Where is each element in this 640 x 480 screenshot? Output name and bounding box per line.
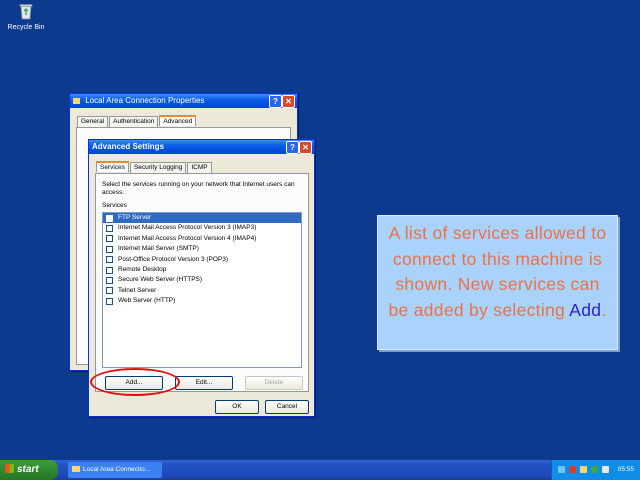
service-item[interactable]: Post-Office Protocol Version 3 (POP3) bbox=[103, 255, 301, 265]
recycle-bin-label: Recycle Bin bbox=[7, 24, 45, 31]
front-window-title: Advanced Settings bbox=[92, 142, 165, 151]
add-button-highlight bbox=[90, 368, 180, 396]
tray-shield-icon[interactable] bbox=[569, 466, 576, 473]
services-label: Services bbox=[102, 202, 127, 209]
service-checkbox[interactable] bbox=[106, 225, 113, 233]
recycle-bin-shortcut[interactable]: Recycle Bin bbox=[4, 2, 48, 31]
edit-button[interactable]: Edit... bbox=[175, 376, 233, 390]
recycle-bin-icon bbox=[19, 4, 33, 20]
network-icon bbox=[73, 98, 80, 104]
service-item[interactable]: Secure Web Server (HTTPS) bbox=[103, 275, 301, 285]
start-button[interactable]: start bbox=[0, 460, 58, 480]
tab-icmp[interactable]: ICMP bbox=[187, 162, 212, 173]
back-window-tabs: General Authentication Advanced bbox=[77, 115, 197, 127]
service-item[interactable]: Internet Mail Access Protocol Version 3 … bbox=[103, 223, 301, 233]
tray-arrow-icon[interactable] bbox=[558, 466, 565, 473]
back-window-titlebar[interactable]: Local Area Connection Properties ? ✕ bbox=[70, 94, 297, 108]
services-panel: Select the services running on your netw… bbox=[95, 173, 309, 392]
tab-general[interactable]: General bbox=[77, 116, 109, 127]
service-label: Internet Mail Server (SMTP) bbox=[118, 245, 199, 253]
callout-suffix: . bbox=[601, 299, 607, 320]
help-button[interactable]: ? bbox=[286, 141, 299, 154]
services-list[interactable]: FTP Server Internet Mail Access Protocol … bbox=[102, 212, 302, 368]
back-close-button[interactable]: ✕ bbox=[282, 95, 295, 108]
task-label: Local Area Connectio... bbox=[83, 466, 151, 473]
instruction-callout: A list of services allowed to connect to… bbox=[377, 215, 618, 350]
tray-volume-icon[interactable] bbox=[602, 466, 609, 473]
service-checkbox[interactable] bbox=[106, 235, 113, 243]
taskbar-item-local-area-connection[interactable]: Local Area Connectio... bbox=[68, 462, 162, 478]
service-item[interactable]: Internet Mail Server (SMTP) bbox=[103, 244, 301, 254]
service-checkbox[interactable] bbox=[106, 266, 113, 274]
service-label: Remote Desktop bbox=[118, 265, 167, 273]
services-description: Select the services running on your netw… bbox=[102, 181, 295, 196]
start-label: start bbox=[17, 464, 39, 475]
service-label: Internet Mail Access Protocol Version 3 … bbox=[118, 224, 257, 232]
service-item[interactable]: FTP Server bbox=[103, 213, 301, 224]
service-label: Post-Office Protocol Version 3 (POP3) bbox=[118, 255, 229, 263]
front-window-tabs: Services Security Logging ICMP bbox=[96, 161, 213, 173]
service-checkbox[interactable] bbox=[106, 287, 113, 295]
service-label: Telnet Server bbox=[118, 286, 157, 294]
front-window-titlebar[interactable]: Advanced Settings ? ✕ bbox=[89, 140, 314, 154]
windows-flag-icon bbox=[5, 464, 14, 473]
clock: 05:55 bbox=[617, 466, 634, 473]
tab-advanced[interactable]: Advanced bbox=[159, 115, 197, 126]
service-label: Secure Web Server (HTTPS) bbox=[118, 276, 203, 284]
back-window-title: Local Area Connection Properties bbox=[85, 96, 205, 105]
close-button[interactable]: ✕ bbox=[299, 141, 312, 154]
back-help-button[interactable]: ? bbox=[269, 95, 282, 108]
network-icon bbox=[72, 466, 80, 472]
taskbar: start Local Area Connectio... 05:55 bbox=[0, 460, 640, 480]
service-item[interactable]: Web Server (HTTP) bbox=[103, 296, 301, 306]
service-checkbox[interactable] bbox=[106, 245, 113, 253]
cancel-button[interactable]: Cancel bbox=[265, 400, 309, 414]
service-item[interactable]: Telnet Server bbox=[103, 286, 301, 296]
system-tray: 05:55 bbox=[551, 460, 640, 480]
service-checkbox[interactable] bbox=[106, 256, 113, 264]
tray-network-icon[interactable] bbox=[580, 466, 587, 473]
tab-security-logging[interactable]: Security Logging bbox=[129, 162, 187, 173]
service-checkbox[interactable] bbox=[106, 214, 113, 222]
tray-security-icon[interactable] bbox=[591, 466, 598, 473]
service-item[interactable]: Remote Desktop bbox=[103, 265, 301, 275]
tab-authentication[interactable]: Authentication bbox=[109, 116, 159, 127]
ok-button[interactable]: OK bbox=[215, 400, 259, 414]
tab-services[interactable]: Services bbox=[96, 161, 129, 172]
delete-button: Delete bbox=[245, 376, 303, 390]
service-label: Internet Mail Access Protocol Version 4 … bbox=[118, 234, 257, 242]
service-checkbox[interactable] bbox=[106, 277, 113, 285]
callout-emphasis: Add bbox=[569, 299, 602, 320]
service-item[interactable]: Internet Mail Access Protocol Version 4 … bbox=[103, 234, 301, 244]
service-checkbox[interactable] bbox=[106, 297, 113, 305]
service-label: Web Server (HTTP) bbox=[118, 297, 176, 305]
service-label: FTP Server bbox=[118, 214, 152, 221]
